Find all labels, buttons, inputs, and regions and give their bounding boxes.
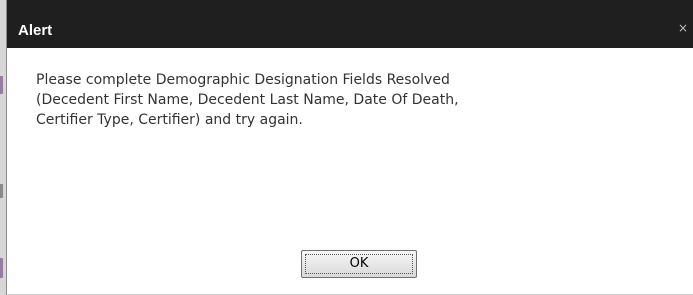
ok-button-label: OK bbox=[349, 256, 369, 271]
alert-message: Please complete Demographic Designation … bbox=[36, 72, 459, 128]
close-icon[interactable]: × bbox=[677, 21, 689, 35]
screen: Alert × Please complete Demographic Desi… bbox=[0, 0, 693, 295]
dialog-title: Alert bbox=[18, 22, 53, 39]
background-marker bbox=[0, 76, 3, 94]
background-marker bbox=[0, 258, 3, 278]
ok-button[interactable]: OK bbox=[301, 250, 417, 278]
dialog-titlebar: Alert × bbox=[7, 0, 693, 48]
background-marker bbox=[0, 184, 3, 198]
alert-dialog: Alert × Please complete Demographic Desi… bbox=[6, 0, 693, 295]
